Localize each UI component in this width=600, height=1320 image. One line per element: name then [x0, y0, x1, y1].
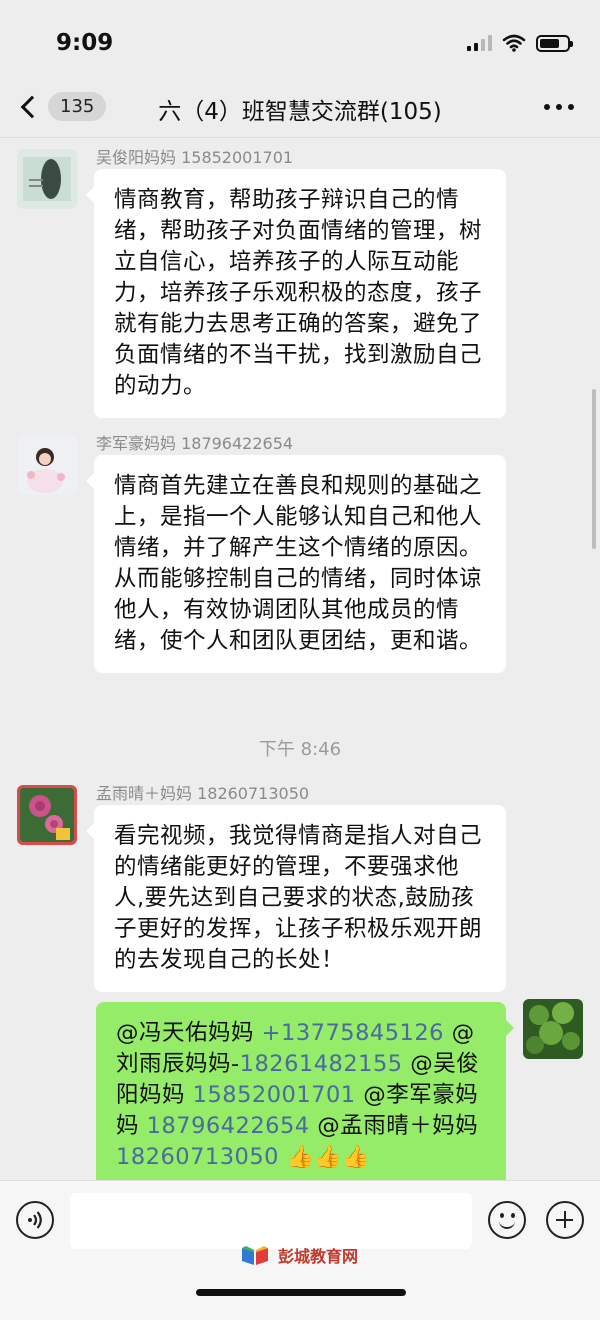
voice-icon — [28, 1211, 42, 1229]
message-bubble[interactable]: 情商首先建立在善良和规则的基础之上，是指一个人能够认知自己和他人情绪，并了解产生… — [86, 455, 506, 673]
sender-name: 李军豪妈妈 18796422654 — [96, 434, 294, 453]
plus-button[interactable] — [546, 1201, 584, 1239]
message-bubble[interactable]: 情商教育，帮助孩子辩识自己的情绪，帮助孩子对负面情绪的管理，树立自信心，培养孩子… — [86, 169, 506, 418]
thumbs-up-icon: 👍👍👍 — [278, 1145, 371, 1170]
phone-number-link[interactable]: +13775845126 — [262, 1020, 444, 1046]
time-divider: 下午 8:46 — [258, 739, 342, 760]
emoji-button[interactable] — [488, 1201, 526, 1239]
group-title: 六（4）班智慧交流群(105) — [158, 99, 442, 125]
status-icons — [467, 34, 573, 52]
message-input[interactable] — [70, 1193, 472, 1249]
home-indicator — [196, 1289, 406, 1296]
chat-header: 135 六（4）班智慧交流群(105) — [0, 80, 600, 138]
scroll-indicator[interactable] — [592, 389, 596, 549]
wifi-icon — [502, 34, 526, 52]
status-time: 9:09 — [56, 30, 114, 56]
more-dots-icon — [544, 104, 550, 110]
own-avatar[interactable] — [523, 999, 583, 1059]
avatar[interactable] — [17, 149, 77, 209]
voice-button[interactable] — [16, 1201, 54, 1239]
status-bar: 9:09 — [0, 0, 600, 80]
avatar[interactable] — [17, 435, 77, 495]
sender-name: 孟雨晴＋妈妈 18260713050 — [96, 784, 310, 803]
own-message-bubble[interactable]: @冯天佑妈妈 +13775845126 @刘雨辰妈妈-18261482155 @… — [96, 1002, 514, 1180]
input-bar: 彭城教育网 — [0, 1180, 600, 1320]
message-bubble[interactable]: 看完视频，我觉得情商是指人对自己的情绪能更好的管理，不要强求他人,要先达到自己要… — [86, 805, 506, 992]
phone-number-link[interactable]: 18796422654 — [147, 1113, 310, 1139]
phone-number-link[interactable]: 15852001701 — [193, 1082, 356, 1108]
watermark-text: 彭城教育网 — [278, 1247, 359, 1266]
more-button[interactable] — [544, 104, 574, 110]
avatar[interactable] — [17, 785, 77, 845]
cellular-signal-icon — [467, 35, 492, 51]
mention-text: @冯天佑妈妈 — [116, 1020, 262, 1046]
mention-text: @孟雨晴＋妈妈 — [309, 1113, 479, 1139]
watermark: 彭城教育网 — [240, 1243, 358, 1267]
battery-icon — [536, 34, 573, 52]
phone-number-link[interactable]: 18261482155 — [240, 1051, 403, 1077]
chat-area[interactable]: 吴俊阳妈妈 15852001701 情商教育，帮助孩子辩识自己的情绪，帮助孩子对… — [0, 139, 600, 1180]
phone-number-link[interactable]: 18260713050 — [116, 1144, 279, 1170]
sender-name: 吴俊阳妈妈 15852001701 — [96, 148, 294, 167]
book-logo-icon — [242, 1246, 268, 1265]
